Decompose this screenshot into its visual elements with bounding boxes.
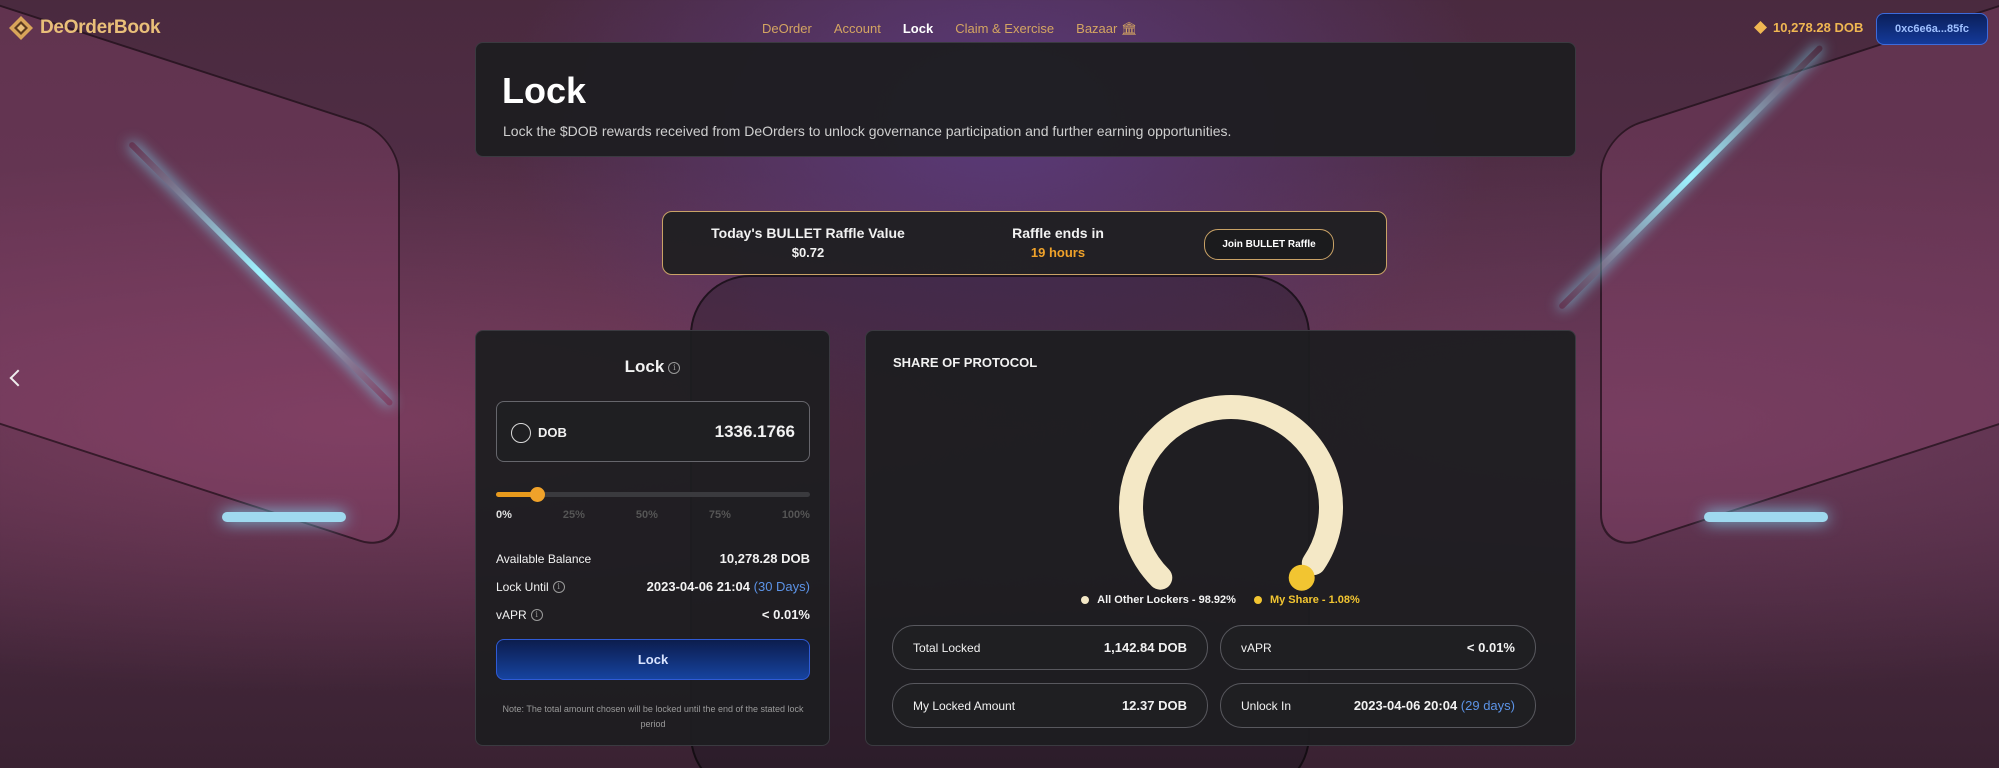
info-icon[interactable]: i: [668, 361, 681, 374]
raffle-ends-label: Raffle ends in: [1012, 225, 1104, 241]
lock-until-row: Lock Until i 2023-04-06 21:04 (30 Days): [496, 579, 810, 594]
page-subtitle: Lock the $DOB rewards received from DeOr…: [503, 123, 1232, 139]
legend-other-label: All Other Lockers - 98.92%: [1097, 594, 1236, 606]
share-gauge-chart: [1119, 395, 1343, 591]
lock-amount-value: 1336.1766: [714, 422, 795, 441]
tick-75[interactable]: 75%: [709, 509, 731, 521]
legend-mine-dot: [1253, 596, 1262, 605]
legend-other-dot: [1081, 596, 1090, 605]
token-label: DOB: [538, 425, 567, 440]
total-locked-label: Total Locked: [913, 640, 981, 655]
lock-card: Lock i DOB 1336.1766 0% 25% 50% 75% 100% …: [475, 330, 830, 746]
my-locked-value: 12.37 DOB: [1121, 698, 1187, 713]
lock-until-value: 2023-04-06 21:04: [646, 579, 751, 594]
gauge-segment-other: [1119, 395, 1343, 590]
raffle-banner: Today's BULLET Raffle Value $0.72 Raffle…: [662, 211, 1387, 275]
gauge-legend: All Other Lockers - 98.92% My Share - 1.…: [866, 594, 1575, 606]
dob-token-icon: [1754, 21, 1767, 34]
slider-handle[interactable]: [529, 487, 545, 502]
total-locked-stat: Total Locked 1,142.84 DOB: [892, 625, 1208, 670]
slider-ticks: 0% 25% 50% 75% 100%: [496, 509, 810, 521]
legend-other: All Other Lockers - 98.92%: [1081, 594, 1236, 606]
legend-mine: My Share - 1.08%: [1253, 594, 1360, 606]
wallet-balance-value: 10,278.28 DOB: [1773, 20, 1864, 35]
share-vapr-value: < 0.01%: [1466, 640, 1515, 655]
available-balance-row: Available Balance 10,278.28 DOB: [496, 551, 810, 566]
my-locked-stat: My Locked Amount 12.37 DOB: [892, 683, 1208, 728]
nav-item-deorder[interactable]: DeOrder: [762, 21, 812, 37]
unlock-label: Unlock In: [1241, 698, 1292, 713]
nav-item-claim-exercise[interactable]: Claim & Exercise: [955, 21, 1054, 37]
vapr-stat: vAPR < 0.01%: [1220, 625, 1536, 670]
wallet-address-button[interactable]: 0xc6e6a...85fc: [1876, 13, 1988, 45]
raffle-ends-block: Raffle ends in 19 hours: [973, 225, 1143, 260]
legend-mine-label: My Share - 1.08%: [1269, 594, 1360, 606]
info-icon[interactable]: i: [530, 609, 543, 622]
my-locked-label: My Locked Amount: [913, 698, 1016, 713]
nav-item-lock[interactable]: Lock: [903, 21, 933, 37]
raffle-value-block: Today's BULLET Raffle Value $0.72: [703, 225, 913, 260]
top-nav: DeOrder Account Lock Claim & Exercise Ba…: [762, 21, 1137, 37]
raffle-value-label: Today's BULLET Raffle Value: [711, 225, 905, 241]
nav-item-bazaar[interactable]: Bazaar 🏛: [1076, 21, 1137, 37]
tick-50[interactable]: 50%: [636, 509, 658, 521]
lock-until-days: (30 Days): [753, 579, 810, 594]
dob-token-icon: [511, 423, 531, 443]
share-vapr-label: vAPR: [1241, 640, 1272, 655]
ceiling-light-left: [222, 512, 346, 522]
total-locked-value: 1,142.84 DOB: [1103, 640, 1187, 655]
share-card-title: SHARE OF PROTOCOL: [893, 355, 1038, 370]
unlock-value: 2023-04-06 20:04: [1353, 698, 1458, 713]
join-raffle-button[interactable]: Join BULLET Raffle: [1204, 229, 1334, 260]
lock-amount-input[interactable]: DOB 1336.1766: [496, 401, 810, 462]
page-title: Lock: [502, 70, 587, 111]
background-panel-left: [0, 0, 400, 555]
raffle-ends-value: 19 hours: [1030, 245, 1086, 260]
lock-button[interactable]: Lock: [496, 639, 810, 680]
available-balance-label: Available Balance: [496, 551, 592, 566]
lock-amount-slider[interactable]: [496, 487, 810, 502]
info-icon[interactable]: i: [552, 581, 565, 594]
lock-note: Note: The total amount chosen will be lo…: [502, 704, 804, 729]
ceiling-light-right: [1704, 512, 1828, 522]
raffle-value: $0.72: [791, 245, 825, 260]
share-of-protocol-card: SHARE OF PROTOCOL All Other Lockers - 98…: [865, 330, 1576, 746]
available-balance-value: 10,278.28 DOB: [719, 551, 810, 566]
tick-25[interactable]: 25%: [563, 509, 585, 521]
lock-until-label: Lock Until: [496, 579, 549, 594]
nav-item-account[interactable]: Account: [834, 21, 881, 37]
background-panel-right: [1600, 0, 1999, 555]
tick-0[interactable]: 0%: [496, 509, 512, 521]
brand-name: DeOrderBook: [40, 17, 161, 38]
lock-title-text: Lock: [624, 357, 665, 376]
brand-logo[interactable]: DeOrderBook: [8, 15, 161, 41]
tick-100[interactable]: 100%: [782, 509, 810, 521]
lock-card-title: Lock i: [476, 357, 829, 377]
deorderbook-logo-icon: [9, 16, 33, 40]
unlock-days: (29 days): [1460, 698, 1515, 713]
vapr-label: vAPR: [496, 607, 527, 622]
vapr-value: < 0.01%: [761, 607, 810, 622]
unlock-stat: Unlock In 2023-04-06 20:04 (29 days): [1220, 683, 1536, 728]
gauge-segment-mine: [1288, 564, 1315, 591]
vapr-row: vAPR i < 0.01%: [496, 607, 810, 622]
wallet-balance: 10,278.28 DOB: [1754, 20, 1863, 35]
page-header-card: Lock Lock the $DOB rewards received from…: [475, 42, 1576, 157]
